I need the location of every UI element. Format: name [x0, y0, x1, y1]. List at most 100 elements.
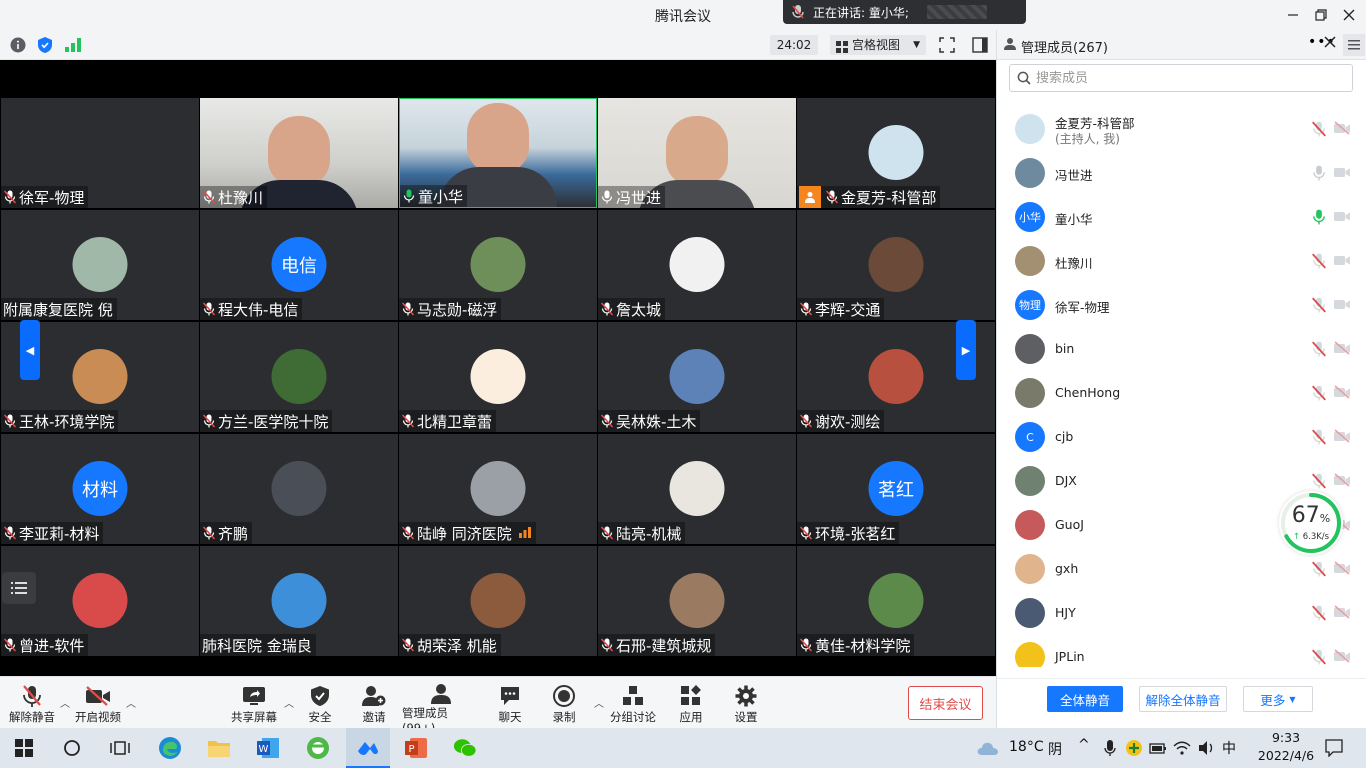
member-camera-icon[interactable]: [1333, 209, 1351, 225]
member-mic-muted-icon[interactable]: [1311, 341, 1327, 357]
member-camera-off-icon[interactable]: [1333, 649, 1351, 665]
tray-expand-icon[interactable]: ^: [1078, 737, 1090, 753]
video-tile[interactable]: 吴林姝-土木: [598, 322, 796, 432]
file-explorer-app[interactable]: [207, 736, 231, 760]
invite-button[interactable]: 邀请: [356, 683, 392, 727]
member-mic-muted-icon[interactable]: [1311, 649, 1327, 665]
security-button[interactable]: 安全: [302, 683, 338, 727]
start-button[interactable]: [12, 736, 36, 760]
member-camera-off-icon[interactable]: [1333, 605, 1351, 621]
video-tile[interactable]: 徐军-物理: [1, 98, 199, 208]
member-search-input[interactable]: [1036, 68, 1336, 88]
video-tile[interactable]: 北精卫章蕾: [399, 322, 597, 432]
minimize-button[interactable]: [1280, 4, 1306, 26]
powerpoint-app[interactable]: P: [404, 736, 428, 760]
member-list-item[interactable]: ChenHong: [997, 371, 1366, 415]
apps-button[interactable]: 应用: [676, 683, 706, 727]
member-list-item[interactable]: 冯世进: [997, 151, 1366, 195]
video-tile[interactable]: 方兰-医学院十院: [200, 322, 398, 432]
member-mic-muted-icon[interactable]: [1311, 605, 1327, 621]
previous-page-button[interactable]: ◀: [20, 320, 40, 380]
member-camera-off-icon[interactable]: [1333, 473, 1351, 489]
input-method-indicator[interactable]: 中: [1222, 738, 1236, 758]
video-options-caret[interactable]: ︿: [126, 695, 136, 710]
member-list-item[interactable]: bin: [997, 327, 1366, 371]
member-list-item[interactable]: 小华 童小华: [997, 195, 1366, 239]
close-panel-button[interactable]: [1324, 36, 1336, 52]
member-camera-off-icon[interactable]: [1333, 341, 1351, 357]
cloudy-weather-icon[interactable]: [976, 736, 1000, 760]
video-tile[interactable]: 肺科医院 金瑞良: [200, 546, 398, 656]
volume-icon[interactable]: [1194, 736, 1218, 760]
member-list-item[interactable]: 金夏芳-科管部 (主持人, 我): [997, 107, 1366, 151]
more-button[interactable]: 更多 ▼: [1243, 686, 1313, 712]
share-screen-button[interactable]: 共享屏幕: [230, 683, 278, 727]
member-mic-muted-icon[interactable]: [1311, 473, 1327, 489]
next-page-button[interactable]: ▶: [956, 320, 976, 380]
member-list-item[interactable]: 杜豫川: [997, 239, 1366, 283]
video-tile[interactable]: 杜豫川: [200, 98, 398, 208]
member-mic-muted-icon[interactable]: [1311, 385, 1327, 401]
notification-center-icon[interactable]: [1322, 736, 1346, 760]
browser-360-app[interactable]: [306, 736, 330, 760]
member-list-item[interactable]: JPLin: [997, 635, 1366, 667]
word-app[interactable]: W: [256, 736, 280, 760]
video-tile[interactable]: 胡荣泽 机能: [399, 546, 597, 656]
panel-menu-button[interactable]: [1343, 34, 1365, 56]
member-mic-muted-icon[interactable]: [1311, 121, 1327, 137]
ime-plus-icon[interactable]: [1122, 736, 1146, 760]
fullscreen-button[interactable]: [938, 36, 956, 54]
share-options-caret[interactable]: ︿: [284, 695, 294, 710]
member-camera-off-icon[interactable]: [1333, 561, 1351, 577]
video-tile[interactable]: 童小华: [399, 98, 597, 208]
task-view-button[interactable]: [108, 736, 132, 760]
close-window-button[interactable]: [1336, 4, 1362, 26]
video-tile[interactable]: 陆峥 同济医院: [399, 434, 597, 544]
member-list-item[interactable]: HJY: [997, 591, 1366, 635]
battery-icon[interactable]: [1146, 736, 1170, 760]
security-status-button[interactable]: [36, 36, 54, 54]
start-video-button[interactable]: 开启视频: [74, 683, 122, 727]
member-list-toggle-button[interactable]: [2, 572, 36, 604]
video-tile[interactable]: 陆亮-机械: [598, 434, 796, 544]
member-camera-off-icon[interactable]: [1333, 121, 1351, 137]
member-list-item[interactable]: 物理 徐军-物理: [997, 283, 1366, 327]
meeting-info-button[interactable]: [9, 36, 27, 54]
video-tile[interactable]: 附属康复医院 倪: [1, 210, 199, 320]
member-list-item[interactable]: Ccjb: [997, 415, 1366, 459]
settings-button[interactable]: 设置: [732, 683, 760, 727]
video-tile[interactable]: 詹太城: [598, 210, 796, 320]
video-tile[interactable]: 黄佳-材料学院: [797, 546, 995, 656]
unmute-button[interactable]: 解除静音: [8, 683, 56, 727]
video-tile[interactable]: 冯世进: [598, 98, 796, 208]
video-tile[interactable]: 金夏芳-科管部: [797, 98, 995, 208]
member-camera-icon[interactable]: [1333, 297, 1351, 313]
network-speed-widget[interactable]: 67% ↑ 6.3K/s: [1279, 491, 1343, 555]
audio-options-caret[interactable]: ︿: [60, 695, 70, 710]
end-meeting-button[interactable]: 结束会议: [908, 686, 983, 720]
member-mic-speaking-icon[interactable]: [1311, 209, 1327, 225]
unmute-all-button[interactable]: 解除全体静音: [1139, 686, 1227, 712]
member-mic-muted-icon[interactable]: [1311, 561, 1327, 577]
member-camera-off-icon[interactable]: [1333, 429, 1351, 445]
video-tile[interactable]: 电信 程大伟-电信: [200, 210, 398, 320]
edge-app[interactable]: [158, 736, 182, 760]
network-status-button[interactable]: [64, 36, 82, 54]
video-tile[interactable]: 李辉-交通: [797, 210, 995, 320]
member-mic-icon[interactable]: [1311, 165, 1327, 181]
search-button[interactable]: [60, 736, 84, 760]
member-mic-muted-icon[interactable]: [1311, 297, 1327, 313]
video-tile[interactable]: 齐鹏: [200, 434, 398, 544]
microphone-icon[interactable]: [1098, 736, 1122, 760]
video-tile[interactable]: 茗红 环境-张茗红: [797, 434, 995, 544]
chat-button[interactable]: 聊天: [496, 683, 524, 727]
wechat-app[interactable]: [453, 736, 477, 760]
record-button[interactable]: 录制: [550, 683, 578, 727]
video-tile[interactable]: 石邢-建筑城规: [598, 546, 796, 656]
member-camera-icon[interactable]: [1333, 253, 1351, 269]
record-options-caret[interactable]: ︿: [594, 695, 604, 710]
manage-members-button[interactable]: 管理成员(99+): [402, 683, 480, 735]
video-tile[interactable]: 材料 李亚莉-材料: [1, 434, 199, 544]
member-mic-muted-icon[interactable]: [1311, 429, 1327, 445]
view-mode-select[interactable]: 宫格视图 ▼: [830, 35, 926, 55]
